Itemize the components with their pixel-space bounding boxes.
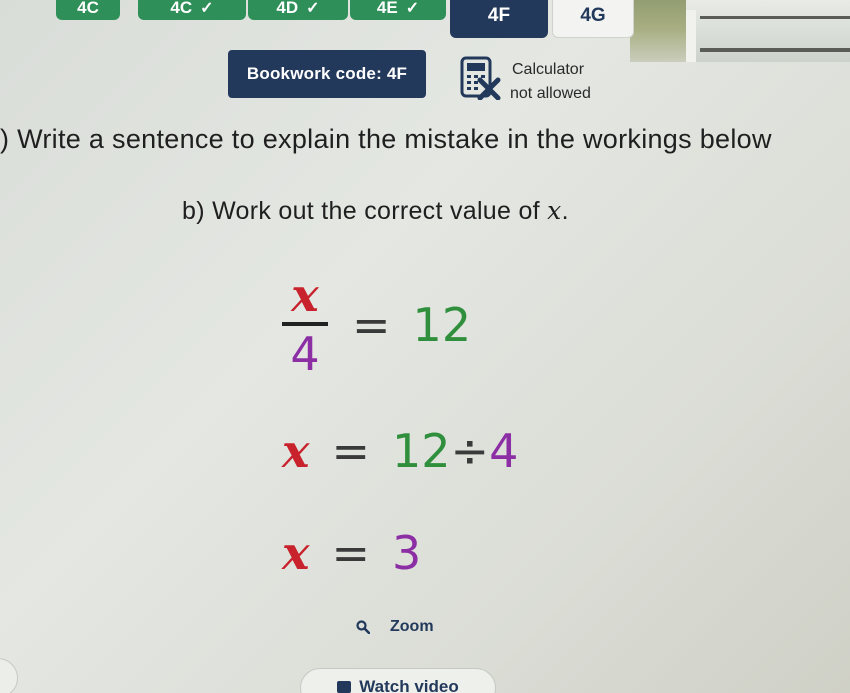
part-b-variable: x xyxy=(547,196,562,225)
calculator-not-allowed-icon xyxy=(458,56,502,101)
zoom-button[interactable]: Zoom xyxy=(356,618,434,636)
step-2-dividend: 12 xyxy=(391,424,451,478)
background-blind-line xyxy=(700,16,850,19)
check-icon: ✓ xyxy=(200,0,214,17)
video-icon xyxy=(337,681,352,693)
calculator-status-label: not allowed xyxy=(510,85,591,102)
tab-label: 4F xyxy=(487,5,511,26)
tab-label: 4G xyxy=(580,5,606,26)
part-b-period: . xyxy=(561,197,569,225)
equals-sign: = xyxy=(331,424,370,478)
tab-4e[interactable]: 4E ✓ xyxy=(350,0,446,20)
bookwork-code-badge: Bookwork code: 4F xyxy=(228,50,426,98)
working-step-1-rhs: = 12 xyxy=(352,298,471,352)
step-3-value: 3 xyxy=(391,526,422,580)
tab-label: 4C xyxy=(77,0,99,17)
background-window xyxy=(630,0,850,62)
background-post xyxy=(686,10,696,62)
tab-label: 4C xyxy=(170,0,193,17)
fraction-numerator: x xyxy=(291,268,319,322)
calculator-status: Calculator not allowed xyxy=(510,58,591,106)
step-3-variable: x xyxy=(282,526,310,580)
magnifier-icon xyxy=(356,620,371,635)
previous-button[interactable] xyxy=(0,658,18,693)
check-icon: ✓ xyxy=(306,0,320,17)
part-b-text: b) Work out the correct value of xyxy=(182,197,540,225)
calculator-label: Calculator xyxy=(512,61,585,78)
tab-4g[interactable]: 4G xyxy=(552,0,634,38)
working-step-2: x = 12÷4 xyxy=(282,424,518,478)
step-2-divisor: 4 xyxy=(489,424,519,478)
bookwork-code-label: Bookwork code: 4F xyxy=(246,64,408,83)
equals-sign: = xyxy=(352,298,391,352)
check-icon: ✓ xyxy=(405,0,420,17)
tab-4c[interactable]: 4C xyxy=(56,0,120,20)
working-step-3: x = 3 xyxy=(282,526,421,580)
step-1-value: 12 xyxy=(412,298,472,352)
tab-4d[interactable]: 4D ✓ xyxy=(248,0,348,20)
tab-label: 4D xyxy=(276,0,299,17)
tab-4c-complete[interactable]: 4C ✓ xyxy=(138,0,246,20)
tab-4f[interactable]: 4F xyxy=(450,0,548,38)
background-blind-line xyxy=(700,48,850,52)
fraction-denominator: 4 xyxy=(290,327,320,381)
task-tab-bar: 4C 4C ✓ 4D ✓ 4E ✓ 4F 4G xyxy=(0,0,640,38)
divide-sign: ÷ xyxy=(450,424,490,478)
working-step-1-fraction: x 4 xyxy=(280,268,330,382)
question-text: ) Write a sentence to explain the mistak… xyxy=(0,124,772,154)
zoom-label: Zoom xyxy=(390,618,434,635)
equals-sign: = xyxy=(331,526,370,580)
question-part-b: b) Work out the correct value of x. xyxy=(182,196,569,226)
step-2-variable: x xyxy=(282,424,310,478)
tab-label: 4E xyxy=(376,0,398,17)
watch-video-label: Watch video xyxy=(359,677,459,693)
watch-video-button[interactable]: Watch video xyxy=(300,668,496,693)
